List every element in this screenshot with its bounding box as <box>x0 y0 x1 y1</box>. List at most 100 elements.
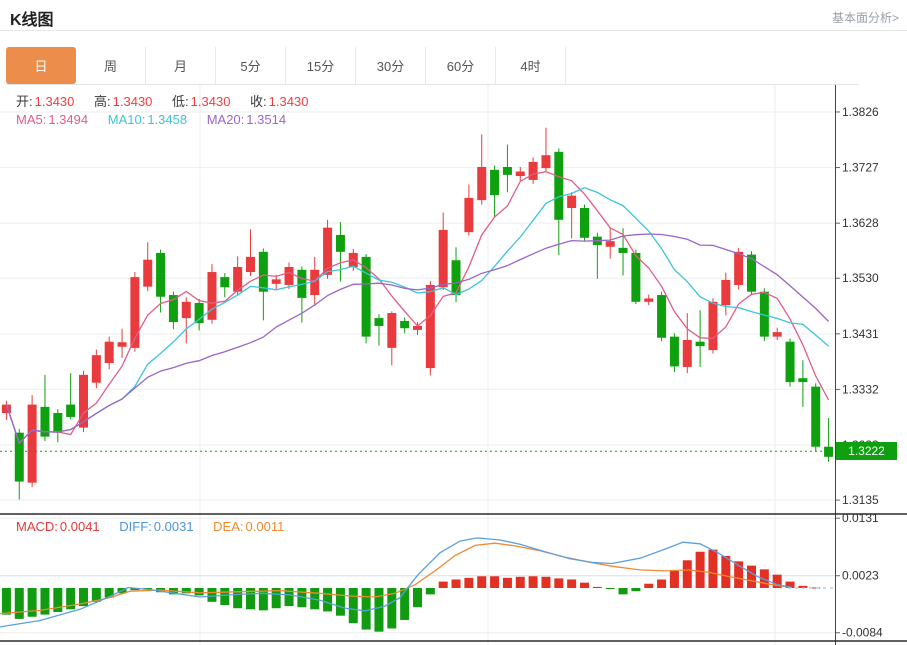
price-tick-label: 1.3628 <box>842 216 879 230</box>
candle-body <box>657 295 666 338</box>
macd-histogram-bar <box>195 588 204 595</box>
macd-panel: 0.01310.0023-0.0084 MACD:0.0041 DIFF:0.0… <box>0 513 907 645</box>
macd-histogram-bar <box>28 588 37 617</box>
macd-histogram-bar <box>400 588 409 620</box>
candle-body <box>708 302 717 350</box>
candle-body <box>824 447 833 457</box>
dea-label: DEA: <box>213 519 243 534</box>
candle-body <box>105 342 114 363</box>
ma20-value: 1.3514 <box>246 112 286 127</box>
candle-body <box>529 162 538 180</box>
candle-body <box>696 342 705 346</box>
kline-page: K线图 基本面分析> 日周月5分15分30分60分4时 1.3826 1.3727… <box>0 0 907 645</box>
candle-body <box>516 171 525 175</box>
main-chart-panel: 1.38261.37271.36281.35301.34311.33321.32… <box>0 85 907 513</box>
macd-histogram-bar <box>374 588 383 632</box>
candle-body <box>336 235 345 252</box>
candle-body <box>580 208 589 238</box>
high-label: 高: <box>94 94 111 109</box>
macd-histogram-bar <box>220 588 229 605</box>
candle-body <box>811 387 820 447</box>
macd-histogram-bar <box>452 579 461 588</box>
candle-body <box>670 337 679 367</box>
macd-legend: MACD:0.0041 DIFF:0.0031 DEA:0.0011 <box>16 519 300 534</box>
candle-body <box>503 167 512 175</box>
macd-histogram-bar <box>105 588 114 598</box>
candle-body <box>786 342 795 382</box>
close-label: 收: <box>250 94 267 109</box>
macd-histogram-bar <box>464 578 473 588</box>
candle-body <box>374 318 383 326</box>
macd-histogram-bar <box>529 576 538 588</box>
macd-histogram-bar <box>541 577 550 588</box>
dea-value: 0.0011 <box>246 519 285 534</box>
candle-body <box>143 260 152 287</box>
macd-histogram-bar <box>233 588 242 608</box>
candle-body <box>644 298 653 301</box>
candle-body <box>259 252 268 292</box>
candle-body <box>182 302 191 318</box>
diff-label: DIFF: <box>119 519 152 534</box>
price-tick-label: 1.3826 <box>842 105 879 119</box>
candle-body <box>631 253 640 302</box>
tab-周[interactable]: 周 <box>76 47 146 84</box>
price-tick-label: 1.3135 <box>842 493 879 507</box>
tab-4时[interactable]: 4时 <box>496 47 566 84</box>
candle-body <box>477 167 486 200</box>
tab-日[interactable]: 日 <box>6 47 76 84</box>
macd-histogram-bar <box>413 588 422 607</box>
macd-tick-label: 0.0131 <box>842 513 879 525</box>
candle-body <box>683 340 692 367</box>
macd-histogram-bar <box>567 579 576 588</box>
macd-label: MACD: <box>16 519 58 534</box>
candle-body <box>400 321 409 328</box>
fundamental-analysis-link[interactable]: 基本面分析> <box>832 9 899 26</box>
macd-histogram-bar <box>323 588 332 611</box>
candle-body <box>28 405 37 483</box>
macd-histogram-bar <box>336 588 345 616</box>
macd-histogram-bar <box>670 571 679 588</box>
candle-body <box>156 253 165 297</box>
tab-60分[interactable]: 60分 <box>426 47 496 84</box>
candle-body <box>387 313 396 348</box>
open-value: 1.3430 <box>35 94 75 109</box>
macd-histogram-bar <box>696 552 705 588</box>
candle-body <box>554 152 563 220</box>
candle-body <box>207 272 216 320</box>
ma-line-ma10 <box>6 188 828 443</box>
candle-body <box>541 155 550 168</box>
macd-histogram-bar <box>593 587 602 588</box>
tab-月[interactable]: 月 <box>146 47 216 84</box>
ma10-label: MA10: <box>108 112 146 127</box>
macd-histogram-bar <box>2 588 11 615</box>
macd-tick-label: 0.0023 <box>842 569 879 583</box>
candle-body <box>773 332 782 336</box>
candle-body <box>798 378 807 382</box>
open-label: 开: <box>16 94 33 109</box>
price-tick-label: 1.3431 <box>842 327 879 341</box>
timeframe-tabs[interactable]: 日周月5分15分30分60分4时 <box>6 47 858 85</box>
macd-histogram-bar <box>631 588 640 591</box>
ma20-label: MA20: <box>207 112 245 127</box>
candle-body <box>53 413 62 433</box>
current-price-badge: 1.3222 <box>836 442 897 460</box>
macd-histogram-bar <box>580 583 589 588</box>
macd-histogram-bar <box>426 588 435 594</box>
macd-value: 0.0041 <box>60 519 100 534</box>
macd-histogram-bar <box>747 566 756 588</box>
price-tick-label: 1.3727 <box>842 161 879 175</box>
tab-15分[interactable]: 15分 <box>286 47 356 84</box>
ma10-value: 1.3458 <box>147 112 187 127</box>
macd-histogram-bar <box>207 588 216 602</box>
price-tick-label: 1.3332 <box>842 382 879 396</box>
low-value: 1.3430 <box>191 94 231 109</box>
candle-body <box>285 267 294 285</box>
ma5-label: MA5: <box>16 112 46 127</box>
candlestick-chart: 1.38261.37271.36281.35301.34311.33321.32… <box>0 85 907 513</box>
ma-legend: MA5:1.3494 MA10:1.3458 MA20:1.3514 <box>16 112 302 127</box>
tab-30分[interactable]: 30分 <box>356 47 426 84</box>
page-header: K线图 基本面分析> <box>0 0 907 31</box>
candle-body <box>272 279 281 283</box>
tab-5分[interactable]: 5分 <box>216 47 286 84</box>
macd-histogram-bar <box>349 588 358 623</box>
